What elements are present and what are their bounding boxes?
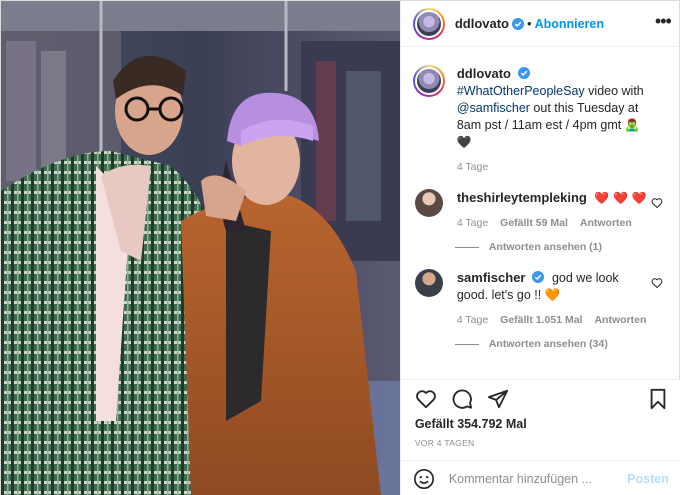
follow-button[interactable]: Abonnieren [535,17,604,31]
verified-badge-icon [518,67,530,79]
comment-username[interactable]: samfischer [457,270,526,285]
heart-icon[interactable] [415,388,437,410]
caption-username[interactable]: ddlovato [457,66,511,81]
comment-username[interactable]: theshirleytempleking [457,190,587,205]
post-photo[interactable] [1,1,400,495]
comment-body: ❤️ ❤️ ❤️ [594,191,647,205]
caption-meta: 4 Tage [457,161,647,173]
mention-link[interactable]: @samfischer [457,101,530,115]
post-comment-button[interactable]: Posten [627,472,669,486]
caption: ddlovato #WhatOtherPeopleSay video with @… [412,65,667,173]
caption-text-part: video with [584,84,644,98]
comment-time[interactable]: 4 Tage [457,314,488,326]
comment-like-heart-icon[interactable] [651,197,663,209]
more-options-icon[interactable]: ••• [655,12,672,30]
comment-like-heart-icon[interactable] [651,277,663,289]
post-date[interactable]: VOR 4 TAGEN [415,438,475,448]
caption-avatar[interactable] [412,65,445,97]
view-replies-label: Antworten ansehen (1) [488,241,603,253]
verified-badge-icon [532,271,545,283]
reply-button[interactable]: Antworten [594,314,646,326]
likes-count[interactable]: Gefällt 354.792 Mal [415,417,527,431]
caption-time[interactable]: 4 Tage [457,161,488,173]
replies-line [454,246,479,248]
post-sidebar: ddlovato • Abonnieren ••• ddlovato #WhatO… [399,1,680,495]
add-comment-bar: Posten [400,460,680,495]
author-avatar[interactable] [412,7,445,40]
view-replies-label: Antworten ansehen (34) [488,338,608,350]
comment-time[interactable]: 4 Tage [457,217,488,229]
comment-likes[interactable]: Gefällt 1.051 Mal [500,314,582,326]
bookmark-icon[interactable] [647,388,669,410]
separator-dot: • [527,16,532,31]
comment-meta: 4 Tage Gefällt 59 Mal Antworten [457,217,647,229]
comment-meta: 4 Tage Gefällt 1.051 Mal Antworten [457,314,647,326]
post-actions: Gefällt 354.792 Mal VOR 4 TAGEN Posten [400,379,680,495]
replies-line [454,343,479,345]
header-meta: ddlovato • Abonnieren [455,16,604,31]
caption-text: ddlovato #WhatOtherPeopleSay video with @… [457,65,647,151]
instagram-post: ddlovato • Abonnieren ••• ddlovato #WhatO… [0,0,680,495]
share-icon[interactable] [487,388,509,410]
comment-item: theshirleytempleking ❤️ ❤️ ❤️ 4 Tage Gef… [413,189,667,229]
commenter-avatar[interactable] [414,269,443,297]
post-image-illustration [1,1,400,495]
verified-badge-icon [512,17,524,30]
reply-button[interactable]: Antworten [580,217,632,229]
comment-text: samfischer god we look good. let's go !!… [457,269,647,304]
view-replies-button[interactable]: Antworten ansehen (1) [454,241,667,253]
action-icons [415,388,509,410]
comment-text: theshirleytempleking ❤️ ❤️ ❤️ [457,189,647,207]
view-replies-button[interactable]: Antworten ansehen (34) [454,338,667,350]
commenter-avatar[interactable] [414,189,443,217]
comment-input[interactable] [448,472,619,486]
comment-likes[interactable]: Gefällt 59 Mal [500,217,568,229]
comment-item: samfischer god we look good. let's go !!… [413,269,667,326]
comments-list[interactable]: ddlovato #WhatOtherPeopleSay video with @… [401,47,680,379]
author-username[interactable]: ddlovato [455,16,509,31]
post-header: ddlovato • Abonnieren ••• [400,1,680,47]
hashtag-link[interactable]: #WhatOtherPeopleSay [457,84,585,98]
emoji-icon[interactable] [413,468,435,490]
comment-icon[interactable] [451,388,473,410]
